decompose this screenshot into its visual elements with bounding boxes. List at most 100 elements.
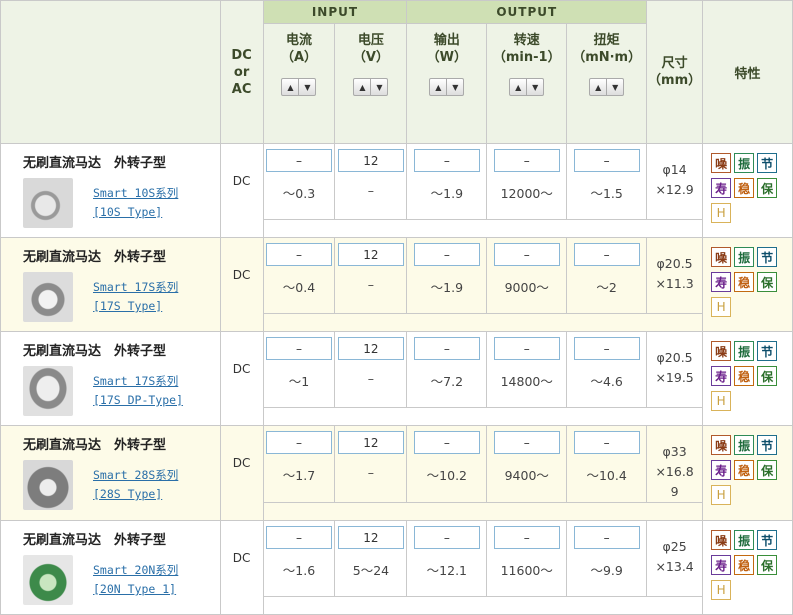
voltage-box[interactable]: 12 bbox=[337, 337, 404, 360]
sort-asc-icon[interactable]: ▲ bbox=[282, 79, 298, 95]
speed-box[interactable]: – bbox=[493, 149, 560, 172]
sort-asc-icon[interactable]: ▲ bbox=[430, 79, 446, 95]
type-link[interactable]: [10S Type] bbox=[93, 205, 162, 219]
sort-desc-icon[interactable]: ▼ bbox=[526, 79, 543, 95]
sort-desc-icon[interactable]: ▼ bbox=[446, 79, 463, 95]
low-vibration-badge[interactable]: 振 bbox=[734, 530, 755, 550]
size-unit: （mm） bbox=[648, 73, 702, 88]
voltage-box[interactable]: 12 bbox=[337, 243, 404, 266]
sort-current[interactable]: ▲ ▼ bbox=[281, 78, 317, 96]
product-photo[interactable] bbox=[23, 366, 73, 416]
current-box[interactable]: – bbox=[265, 149, 332, 172]
speed-box[interactable]: – bbox=[493, 431, 560, 454]
energy-saving-badge[interactable]: 节 bbox=[757, 153, 778, 173]
product-photo[interactable] bbox=[23, 555, 73, 605]
product-name: 无刷直流马达 外转子型 bbox=[23, 533, 167, 548]
type-link[interactable]: [28S Type] bbox=[93, 487, 162, 501]
series-link[interactable]: Smart 17S系列 bbox=[93, 280, 178, 294]
long-life-badge[interactable]: 寿 bbox=[711, 555, 732, 575]
product-photo[interactable] bbox=[23, 460, 73, 510]
long-life-badge[interactable]: 寿 bbox=[711, 178, 732, 198]
sort-torque[interactable]: ▲ ▼ bbox=[589, 78, 625, 96]
output-box[interactable]: – bbox=[413, 431, 480, 454]
type-link[interactable]: [17S DP-Type] bbox=[93, 393, 183, 407]
sort-desc-icon[interactable]: ▼ bbox=[298, 79, 315, 95]
product-photo[interactable] bbox=[23, 272, 73, 322]
series-link[interactable]: Smart 10S系列 bbox=[93, 186, 178, 200]
current-box[interactable]: – bbox=[265, 526, 332, 549]
maintenance-badge[interactable]: 保 bbox=[757, 366, 778, 386]
low-noise-badge[interactable]: 噪 bbox=[711, 247, 732, 267]
low-noise-badge[interactable]: 噪 bbox=[711, 435, 732, 455]
stability-badge[interactable]: 稳 bbox=[734, 178, 755, 198]
speed-box[interactable]: – bbox=[493, 526, 560, 549]
speed-box[interactable]: – bbox=[493, 337, 560, 360]
maintenance-badge[interactable]: 保 bbox=[757, 460, 778, 480]
spacer-cell bbox=[262, 219, 704, 238]
energy-saving-badge[interactable]: 节 bbox=[757, 435, 778, 455]
voltage-box[interactable]: 12 bbox=[337, 149, 404, 172]
series-link[interactable]: Smart 28S系列 bbox=[93, 468, 178, 482]
features-cell: 噪 振 节 寿 稳 保 H bbox=[702, 237, 793, 332]
stability-badge[interactable]: 稳 bbox=[734, 555, 755, 575]
long-life-badge[interactable]: 寿 bbox=[711, 272, 732, 292]
voltage-box[interactable]: 12 bbox=[337, 526, 404, 549]
series-link[interactable]: Smart 20N系列 bbox=[93, 563, 178, 577]
output-box[interactable]: – bbox=[413, 149, 480, 172]
h-badge[interactable]: H bbox=[711, 391, 732, 411]
output-box[interactable]: – bbox=[413, 337, 480, 360]
maintenance-badge[interactable]: 保 bbox=[757, 555, 778, 575]
energy-saving-badge[interactable]: 节 bbox=[757, 530, 778, 550]
torque-box[interactable]: – bbox=[573, 337, 640, 360]
torque-box[interactable]: – bbox=[573, 526, 640, 549]
sort-asc-icon[interactable]: ▲ bbox=[510, 79, 526, 95]
series-link[interactable]: Smart 17S系列 bbox=[93, 374, 178, 388]
type-link[interactable]: [17S Type] bbox=[93, 299, 162, 313]
h-badge[interactable]: H bbox=[711, 580, 732, 600]
low-vibration-badge[interactable]: 振 bbox=[734, 247, 755, 267]
sort-desc-icon[interactable]: ▼ bbox=[370, 79, 387, 95]
h-badge[interactable]: H bbox=[711, 297, 732, 317]
sort-asc-icon[interactable]: ▲ bbox=[590, 79, 606, 95]
low-vibration-badge[interactable]: 振 bbox=[734, 341, 755, 361]
ac-label: AC bbox=[231, 81, 252, 97]
current-box[interactable]: – bbox=[265, 243, 332, 266]
low-vibration-badge[interactable]: 振 bbox=[734, 153, 755, 173]
speed-cell: – 11600～ bbox=[486, 520, 568, 597]
low-noise-badge[interactable]: 噪 bbox=[711, 341, 732, 361]
stability-badge[interactable]: 稳 bbox=[734, 272, 755, 292]
low-noise-badge[interactable]: 噪 bbox=[711, 530, 732, 550]
long-life-badge[interactable]: 寿 bbox=[711, 366, 732, 386]
type-link[interactable]: [20N Type 1] bbox=[93, 582, 176, 596]
sort-output[interactable]: ▲ ▼ bbox=[429, 78, 465, 96]
torque-box[interactable]: – bbox=[573, 431, 640, 454]
output-box[interactable]: – bbox=[413, 243, 480, 266]
maintenance-badge[interactable]: 保 bbox=[757, 272, 778, 292]
sort-voltage[interactable]: ▲ ▼ bbox=[353, 78, 389, 96]
current-box[interactable]: – bbox=[265, 337, 332, 360]
speed-box[interactable]: – bbox=[493, 243, 560, 266]
stability-badge[interactable]: 稳 bbox=[734, 366, 755, 386]
features-cell: 噪 振 节 寿 稳 保 H bbox=[702, 331, 793, 426]
low-noise-badge[interactable]: 噪 bbox=[711, 153, 732, 173]
maintenance-badge[interactable]: 保 bbox=[757, 178, 778, 198]
stability-badge[interactable]: 稳 bbox=[734, 460, 755, 480]
voltage-box[interactable]: 12 bbox=[337, 431, 404, 454]
sort-asc-icon[interactable]: ▲ bbox=[354, 79, 370, 95]
h-badge[interactable]: H bbox=[711, 485, 732, 505]
energy-saving-badge[interactable]: 节 bbox=[757, 247, 778, 267]
output-box[interactable]: – bbox=[413, 526, 480, 549]
torque-box[interactable]: – bbox=[573, 243, 640, 266]
torque-box[interactable]: – bbox=[573, 149, 640, 172]
header-output: 输出 （W） ▲ ▼ bbox=[406, 23, 488, 144]
size-length: ×13.4 bbox=[655, 559, 694, 574]
low-vibration-badge[interactable]: 振 bbox=[734, 435, 755, 455]
sort-speed[interactable]: ▲ ▼ bbox=[509, 78, 545, 96]
h-badge[interactable]: H bbox=[711, 203, 732, 223]
energy-saving-badge[interactable]: 节 bbox=[757, 341, 778, 361]
current-box[interactable]: – bbox=[265, 431, 332, 454]
product-photo[interactable] bbox=[23, 178, 73, 228]
features-cell: 噪 振 节 寿 稳 保 H bbox=[702, 520, 793, 615]
sort-desc-icon[interactable]: ▼ bbox=[606, 79, 623, 95]
long-life-badge[interactable]: 寿 bbox=[711, 460, 732, 480]
